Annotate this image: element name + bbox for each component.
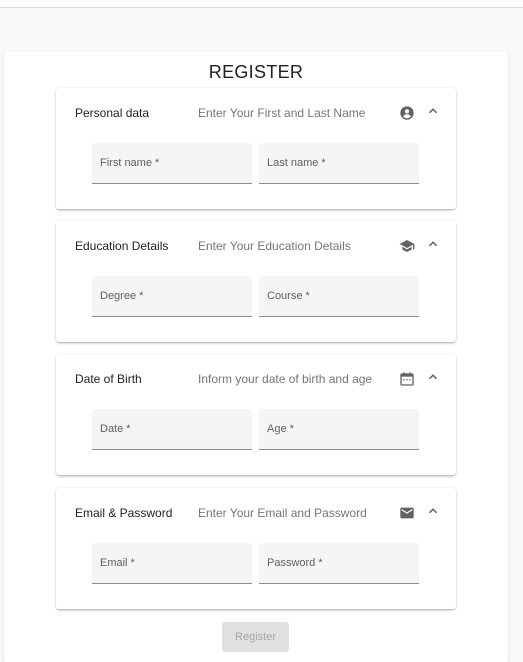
field-label: Last name * [267, 157, 326, 169]
last-name-field[interactable]: Last name * [259, 143, 419, 184]
mail-icon [400, 507, 414, 519]
page-title: REGISTER [208, 62, 304, 82]
panel-description: Enter Your Email and Password [198, 506, 367, 520]
expansion-panel-education-details: Education Details Enter Your Education D… [56, 221, 456, 342]
panel-title: Personal data [75, 106, 150, 120]
degree-field[interactable]: Degree * [92, 276, 252, 317]
field-label: Date * [100, 423, 131, 435]
field-label: Email * [100, 557, 135, 569]
expansion-panel-personal-data: Personal data Enter Your First and Last … [56, 88, 456, 209]
chevron-up-icon[interactable] [426, 370, 440, 384]
expansion-panel-email-password: Email & Password Enter Your Email and Pa… [56, 488, 456, 609]
panel-description: Enter Your First and Last Name [198, 106, 366, 120]
field-label: First name * [100, 157, 160, 169]
panel-header-education-details[interactable]: Education Details Enter Your Education D… [56, 221, 456, 271]
panel-title: Email & Password [75, 506, 173, 520]
account-circle-icon [400, 106, 414, 120]
field-label: Degree * [100, 290, 144, 302]
browser-top-bar [0, 0, 523, 8]
email-field[interactable]: Email * [92, 543, 252, 584]
first-name-field[interactable]: First name * [92, 143, 252, 184]
field-label: Password * [267, 557, 323, 569]
date-field[interactable]: Date * [92, 409, 252, 450]
panel-description: Inform your date of birth and age [198, 372, 373, 386]
panel-header-personal-data[interactable]: Personal data Enter Your First and Last … [56, 88, 456, 138]
chevron-up-icon[interactable] [426, 237, 440, 251]
school-icon [399, 240, 415, 252]
course-field[interactable]: Course * [259, 276, 419, 317]
age-field[interactable]: Age * [259, 409, 419, 450]
register-button[interactable]: Register [222, 622, 289, 652]
panel-description: Enter Your Education Details [198, 239, 351, 253]
chevron-up-icon[interactable] [426, 504, 440, 518]
field-label: Course * [267, 290, 310, 302]
panel-header-email-password[interactable]: Email & Password Enter Your Email and Pa… [56, 488, 456, 538]
password-field[interactable]: Password * [259, 543, 419, 584]
panel-header-date-of-birth[interactable]: Date of Birth Inform your date of birth … [56, 354, 456, 404]
field-label: Age * [267, 423, 294, 435]
expansion-panel-date-of-birth: Date of Birth Inform your date of birth … [56, 354, 456, 475]
panel-title: Date of Birth [75, 372, 142, 386]
chevron-up-icon[interactable] [426, 104, 440, 118]
panel-title: Education Details [75, 239, 169, 253]
calendar-icon [400, 372, 414, 386]
